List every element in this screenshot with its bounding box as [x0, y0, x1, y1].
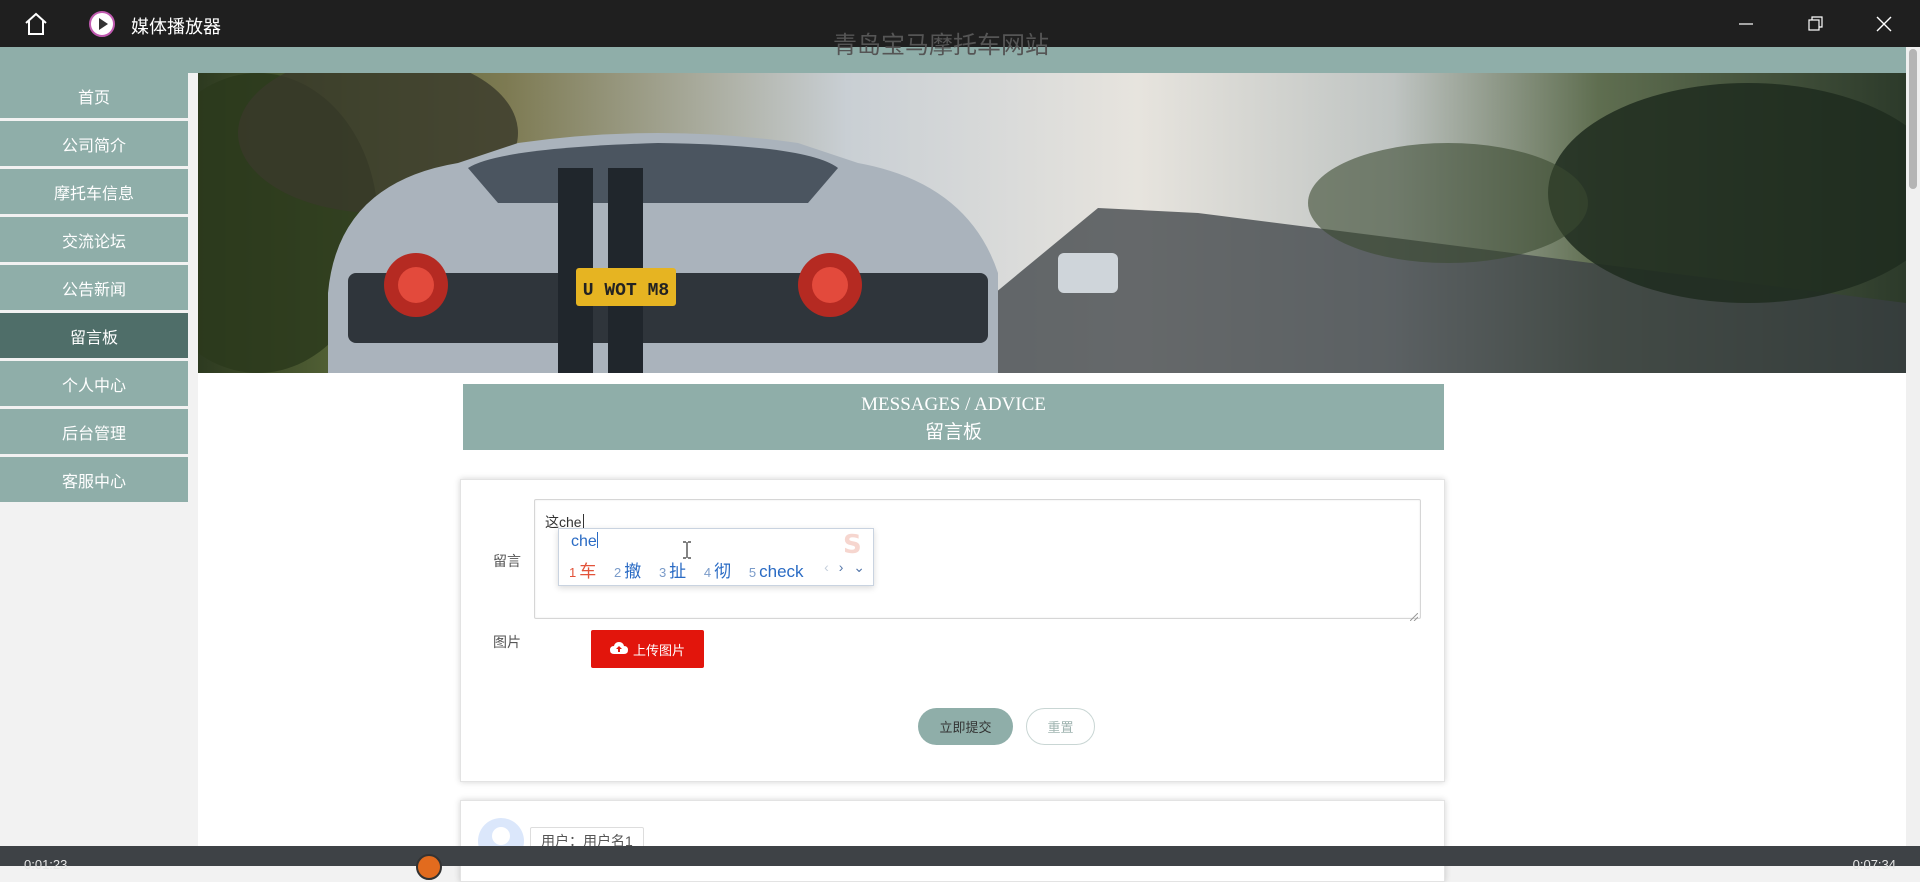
time-elapsed: 0:01:23 [24, 857, 68, 872]
sidebar-item-customer-service[interactable]: 客服中心 [0, 457, 188, 502]
player-bottom-bar: 0:01:23 0:07:34 [0, 846, 1920, 880]
seek-knob[interactable] [416, 854, 442, 880]
sidebar-item-home[interactable]: 首页 [0, 73, 188, 118]
resize-grip-icon[interactable] [1409, 608, 1419, 622]
home-icon[interactable] [22, 10, 50, 38]
time-total: 0:07:34 [1852, 857, 1896, 872]
upload-image-button[interactable]: 上传图片 [591, 630, 704, 668]
ime-candidate-2[interactable]: 2撤 [614, 557, 641, 582]
cloud-upload-icon [609, 641, 628, 658]
license-plate-text: U WOT M8 [583, 281, 669, 301]
sidebar-item-forum[interactable]: 交流论坛 [0, 217, 188, 262]
ime-prev-page-icon[interactable]: ‹ [824, 559, 829, 575]
upload-image-label: 上传图片 [632, 642, 685, 658]
app-title: 媒体播放器 [131, 17, 221, 37]
ime-candidate-window: che 1车 2撤 3扯 4彻 5 check ‹ › ⌄ S [558, 528, 874, 586]
media-player-logo-icon [88, 10, 116, 38]
ime-logo-icon: S [835, 529, 873, 560]
reset-button[interactable]: 重置 [1026, 708, 1095, 745]
sidebar-item-company-profile[interactable]: 公司简介 [0, 121, 188, 166]
section-title-en: MESSAGES / ADVICE [861, 394, 1046, 415]
ime-next-page-icon[interactable]: › [839, 559, 844, 575]
sidebar-item-admin[interactable]: 后台管理 [0, 409, 188, 454]
page-scrollbar[interactable] [1906, 47, 1920, 866]
section-header: MESSAGES / ADVICE 留言板 [463, 384, 1444, 450]
sidebar-item-user-center[interactable]: 个人中心 [0, 361, 188, 406]
message-label: 留言 [493, 553, 521, 569]
sidebar-item-motorcycle-info[interactable]: 摩托车信息 [0, 169, 188, 214]
image-label: 图片 [493, 634, 521, 650]
site-title: 青岛宝马摩托车网站 [833, 32, 1049, 59]
ime-candidate-1[interactable]: 1车 [569, 557, 596, 582]
ime-candidate-4[interactable]: 4彻 [704, 557, 731, 582]
ime-composition: che [571, 532, 598, 550]
submit-button[interactable]: 立即提交 [918, 708, 1013, 745]
svg-text:S: S [843, 530, 862, 557]
scrollbar-thumb[interactable] [1909, 49, 1917, 189]
ime-candidate-5[interactable]: 5 check [749, 562, 804, 582]
minimize-icon[interactable] [1734, 12, 1758, 36]
restore-icon[interactable] [1803, 12, 1827, 36]
ime-expand-icon[interactable]: ⌄ [853, 559, 865, 575]
hero-banner-image: U WOT M8 [198, 73, 1906, 373]
sidebar-nav: 首页 公司简介 摩托车信息 交流论坛 公告新闻 留言板 个人中心 后台管理 客服… [0, 73, 198, 866]
text-cursor-icon [682, 541, 692, 564]
ime-navigation: ‹ › ⌄ [818, 559, 865, 576]
ime-candidate-list: 1车 2撤 3扯 4彻 5 check [569, 557, 817, 582]
section-title-cn: 留言板 [924, 422, 982, 443]
sidebar-item-news[interactable]: 公告新闻 [0, 265, 188, 310]
close-icon[interactable] [1872, 12, 1896, 36]
sidebar-item-message-board[interactable]: 留言板 [0, 313, 188, 358]
